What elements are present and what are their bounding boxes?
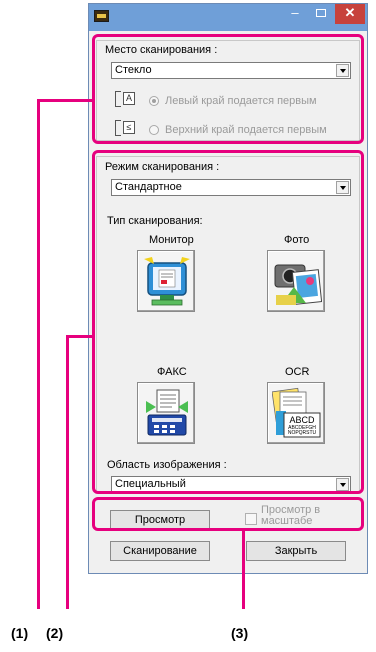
maximize-icon — [316, 9, 326, 17]
leader-line-1-vertical — [37, 99, 40, 609]
leader-line-2 — [66, 335, 95, 338]
title-bar: – ✕ — [89, 4, 367, 31]
minimize-button[interactable]: – — [284, 4, 306, 24]
close-button[interactable]: Закрыть — [246, 541, 346, 561]
callout-label-2: (2) — [46, 625, 64, 641]
callout-label-3: (3) — [231, 625, 249, 641]
maximize-button[interactable] — [309, 4, 333, 24]
callout-frame-1 — [92, 34, 364, 144]
close-window-button[interactable]: ✕ — [335, 4, 365, 24]
scan-button[interactable]: Сканирование — [110, 541, 210, 561]
callout-frame-2 — [92, 150, 364, 494]
leader-line-2-vertical — [66, 335, 69, 609]
leader-line-1 — [37, 99, 95, 102]
callout-frame-3 — [92, 497, 364, 531]
app-icon — [94, 10, 109, 22]
leader-line-3-vertical — [242, 529, 245, 609]
callout-label-1: (1) — [11, 625, 29, 641]
